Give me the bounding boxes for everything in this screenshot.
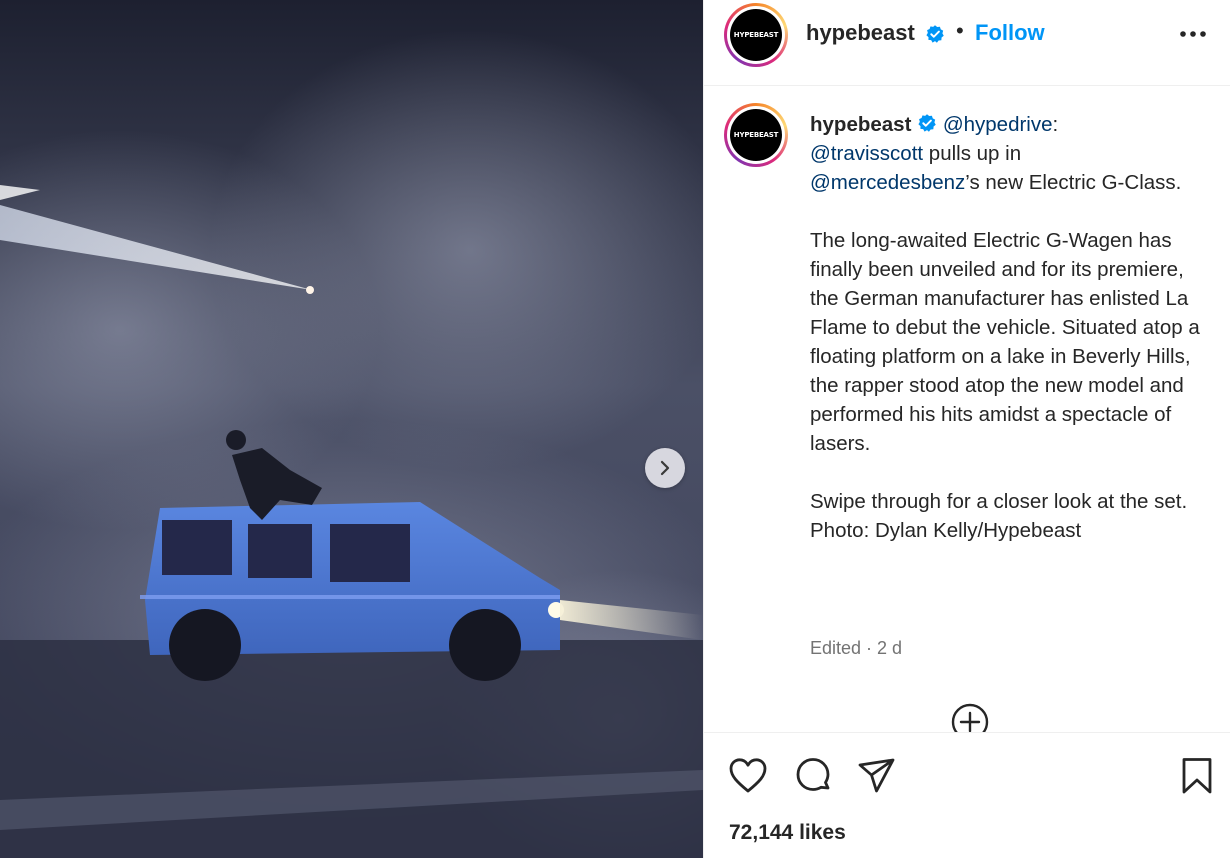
load-comments-plus-icon[interactable] bbox=[951, 703, 989, 732]
avatar[interactable]: HYPEBEAST bbox=[724, 3, 788, 67]
chevron-right-icon bbox=[660, 460, 670, 476]
photo-credit: Photo: Dylan Kelly/Hypebeast bbox=[810, 519, 1082, 542]
caption-avatar[interactable]: HYPEBEAST bbox=[724, 103, 788, 167]
send-icon[interactable] bbox=[856, 755, 898, 797]
header-separator: • bbox=[956, 18, 964, 43]
caption-meta: Edited · 2 d bbox=[810, 638, 903, 658]
caption-section: HYPEBEAST hypebeast @hypedrive: @traviss… bbox=[704, 86, 1230, 732]
comment-icon[interactable] bbox=[792, 755, 834, 797]
bookmark-icon[interactable] bbox=[1176, 755, 1218, 797]
caption-fragment: : bbox=[1052, 113, 1059, 136]
verified-badge-icon bbox=[926, 25, 944, 43]
caption-avatar-logo-text: HYPEBEAST bbox=[730, 109, 782, 161]
mention-link[interactable]: @mercedesbenz bbox=[810, 171, 965, 194]
more-options-button[interactable] bbox=[1178, 22, 1208, 46]
caption-paragraph: The long-awaited Electric G-Wagen has fi… bbox=[810, 229, 1200, 455]
follow-button[interactable]: Follow bbox=[975, 20, 1045, 46]
caption-fragment: pulls up in bbox=[923, 142, 1022, 165]
heart-icon[interactable] bbox=[727, 755, 769, 797]
post-header: HYPEBEAST hypebeast • Follow bbox=[704, 0, 1230, 86]
action-bar: 72,144 likes bbox=[704, 732, 1230, 858]
caption-text: hypebeast @hypedrive: @travisscott pulls… bbox=[810, 110, 1206, 545]
likes-count[interactable]: 72,144 likes bbox=[729, 821, 846, 845]
caption-paragraph: Swipe through for a closer look at the s… bbox=[810, 490, 1188, 513]
post-detail-panel: HYPEBEAST hypebeast • Follow HYPEBEAST h… bbox=[703, 0, 1230, 858]
post-media[interactable] bbox=[0, 0, 703, 858]
more-horizontal-icon bbox=[1180, 31, 1206, 37]
caption-fragment: ’s new Electric G-Class. bbox=[965, 171, 1182, 194]
header-username[interactable]: hypebeast bbox=[806, 20, 915, 46]
caption-username[interactable]: hypebeast bbox=[810, 113, 911, 136]
mention-link[interactable]: @hypedrive bbox=[943, 113, 1053, 136]
verified-badge-icon bbox=[918, 114, 936, 132]
next-media-button[interactable] bbox=[645, 448, 685, 488]
post-photo bbox=[0, 0, 703, 858]
avatar-logo-text: HYPEBEAST bbox=[730, 9, 782, 61]
mention-link[interactable]: @travisscott bbox=[810, 142, 923, 165]
